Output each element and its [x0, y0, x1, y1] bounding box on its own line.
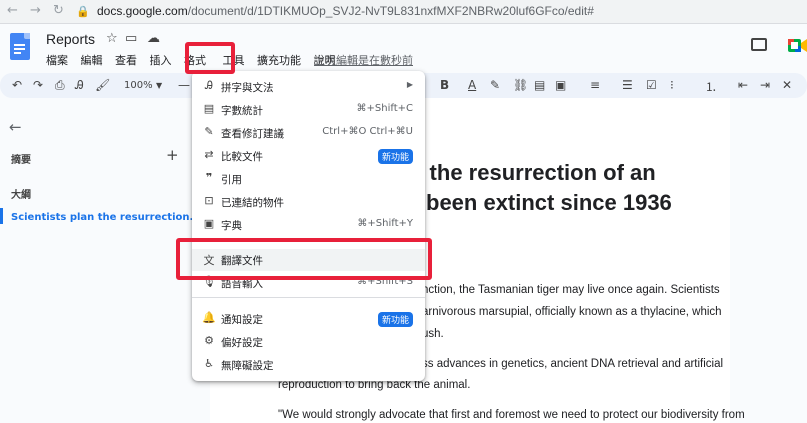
highlight-icon[interactable]: ✎ — [490, 78, 500, 92]
highlight-box-tools-menu — [185, 42, 235, 74]
undo-icon[interactable]: ↶ — [12, 78, 22, 92]
lock-icon: 🔒 — [76, 5, 90, 18]
submenu-arrow-icon: ▶ — [406, 80, 413, 89]
cloud-status-icon: ☁ — [147, 31, 160, 46]
new-feature-badge: 新功能 — [377, 312, 413, 327]
style-select[interactable]: — — [178, 78, 190, 92]
menu-item-preferences[interactable]: ⚙ 偏好設定 — [192, 331, 425, 353]
paint-format-icon[interactable]: 🖌 — [95, 78, 110, 92]
zoom-chevron-icon[interactable]: ▼ — [156, 81, 162, 90]
add-summary-icon[interactable]: + — [166, 146, 179, 164]
paragraph-2-line-1: ss advances in genetics, ancient DNA ret… — [422, 358, 724, 370]
menu-edit[interactable]: 編輯 — [81, 52, 103, 68]
menu-item-label: 比較文件 — [221, 151, 263, 163]
menu-item-shortcut: ⌘+Shift+Y — [357, 218, 413, 229]
paragraph-1-line-1: nction, the Tasmanian tiger may live onc… — [422, 284, 720, 296]
bulleted-list-icon[interactable]: ⁝ — [670, 78, 674, 92]
print-icon[interactable]: ⎙ — [55, 78, 65, 93]
menu-item-label: 字典 — [221, 220, 242, 232]
browser-url-bar[interactable]: ← → ↻ 🔒 docs.google.com/document/d/1DTIK… — [0, 0, 807, 24]
heading-line-2: been extinct since 1936 — [426, 190, 672, 215]
outline-heading: 大綱 — [11, 190, 31, 201]
word-count-icon: ▤ — [203, 102, 215, 115]
bold-icon[interactable]: B — [440, 78, 449, 92]
star-icon[interactable]: ☆ — [106, 31, 118, 46]
docs-logo-icon[interactable] — [10, 33, 30, 60]
align-icon[interactable]: ≡ — [590, 78, 600, 92]
outline-item[interactable]: Scientists plan the resurrection... — [11, 212, 201, 223]
heading-line-1: n the resurrection of an — [410, 160, 656, 185]
paragraph-3-line-1: "We would strongly advocate that first a… — [278, 409, 745, 421]
summary-heading: 摘要 — [11, 155, 31, 166]
tools-menu: Ꭿ 拼字與文法 ▶ ▤ 字數統計 ⌘+Shift+C ✎ 查看修訂建議 Ctrl… — [192, 71, 425, 381]
paragraph-1-line-2: arnivorous marsupial, officially known a… — [422, 306, 722, 318]
reload-icon[interactable]: ↻ — [53, 3, 64, 18]
quote-icon: ❞ — [205, 171, 213, 184]
insert-image-icon[interactable]: ▣ — [555, 78, 566, 92]
menu-item-label: 偏好設定 — [221, 337, 263, 349]
menu-item-label: 拼字與文法 — [221, 82, 274, 94]
outline-active-indicator — [0, 208, 3, 224]
menu-item-label: 通知設定 — [221, 314, 263, 326]
menu-item-label: 查看修訂建議 — [221, 128, 284, 140]
menu-item-notification-settings[interactable]: 🔔 通知設定 新功能 — [192, 308, 425, 330]
url-text[interactable]: docs.google.com/document/d/1DTIKMUOp_SVJ… — [97, 4, 594, 18]
url-path: /document/d/1DTIKMUOp_SVJ2-NvT9L831nxfMX… — [187, 4, 594, 18]
menu-item-review-edits[interactable]: ✎ 查看修訂建議 Ctrl+⌘O Ctrl+⌘U — [192, 122, 425, 144]
menu-extensions[interactable]: 擴充功能 — [257, 52, 301, 68]
menu-item-spelling-grammar[interactable]: Ꭿ 拼字與文法 ▶ — [192, 76, 425, 98]
menu-item-dictionary[interactable]: ▣ 字典 ⌘+Shift+Y — [192, 214, 425, 236]
move-folder-icon[interactable]: ▭ — [125, 31, 137, 46]
dictionary-icon: ▣ — [203, 217, 215, 230]
menu-divider — [192, 297, 425, 298]
menu-item-label: 無障礙設定 — [221, 360, 274, 372]
menu-item-shortcut: Ctrl+⌘O Ctrl+⌘U — [322, 126, 413, 137]
menu-item-word-count[interactable]: ▤ 字數統計 ⌘+Shift+C — [192, 99, 425, 121]
increase-indent-icon[interactable]: ⇥ — [760, 78, 770, 92]
line-spacing-icon[interactable]: ☰ — [622, 78, 633, 92]
link-icon[interactable]: ⛓ — [513, 78, 528, 92]
spellcheck-icon: Ꭿ — [205, 79, 213, 92]
menu-item-label: 引用 — [221, 174, 242, 186]
menu-item-shortcut: ⌘+Shift+C — [356, 103, 413, 114]
linked-objects-icon: ⊡ — [204, 194, 214, 207]
decrease-indent-icon[interactable]: ⇤ — [738, 78, 748, 92]
last-edit-link[interactable]: 上次編輯是在數秒前 — [314, 52, 413, 68]
comment-history-icon[interactable] — [751, 38, 767, 51]
menu-file[interactable]: 檔案 — [46, 52, 68, 68]
accessibility-icon: ♿ — [204, 357, 214, 370]
bell-icon: 🔔 — [202, 311, 216, 324]
numbered-list-icon[interactable]: ⒈ — [705, 78, 717, 95]
redo-icon[interactable]: ↷ — [33, 78, 43, 92]
menu-item-citations[interactable]: ❞ 引用 — [192, 168, 425, 190]
add-comment-icon[interactable]: ▤ — [534, 78, 545, 92]
menu-item-label: 已連結的物件 — [221, 197, 284, 209]
menu-item-compare-documents[interactable]: ⇄ 比較文件 新功能 — [192, 145, 425, 167]
meet-icon[interactable] — [788, 37, 807, 54]
checklist-icon[interactable]: ☑ — [646, 78, 657, 92]
spellcheck-icon[interactable]: Ꭿ — [75, 78, 84, 93]
document-title[interactable]: Reports — [46, 31, 95, 47]
menu-item-linked-objects[interactable]: ⊡ 已連結的物件 — [192, 191, 425, 213]
clear-format-icon[interactable]: ✕ — [782, 78, 792, 92]
highlight-box-translate — [176, 238, 432, 280]
menu-item-accessibility[interactable]: ♿ 無障礙設定 — [192, 354, 425, 376]
paragraph-1-line-3: ush. — [422, 328, 444, 340]
review-edits-icon: ✎ — [204, 125, 214, 138]
compare-icon: ⇄ — [204, 148, 214, 161]
menu-view[interactable]: 查看 — [115, 52, 137, 68]
forward-icon[interactable]: → — [30, 3, 41, 18]
menu-insert[interactable]: 插入 — [150, 52, 172, 68]
back-icon[interactable]: ← — [7, 3, 18, 18]
zoom-select[interactable]: 100% — [124, 80, 153, 91]
url-host: docs.google.com — [97, 4, 188, 18]
new-feature-badge: 新功能 — [377, 149, 413, 164]
preferences-icon: ⚙ — [204, 334, 214, 347]
text-color-icon[interactable]: A — [468, 78, 476, 92]
menu-item-label: 字數統計 — [221, 105, 263, 117]
close-outline-icon[interactable]: ← — [9, 118, 22, 136]
